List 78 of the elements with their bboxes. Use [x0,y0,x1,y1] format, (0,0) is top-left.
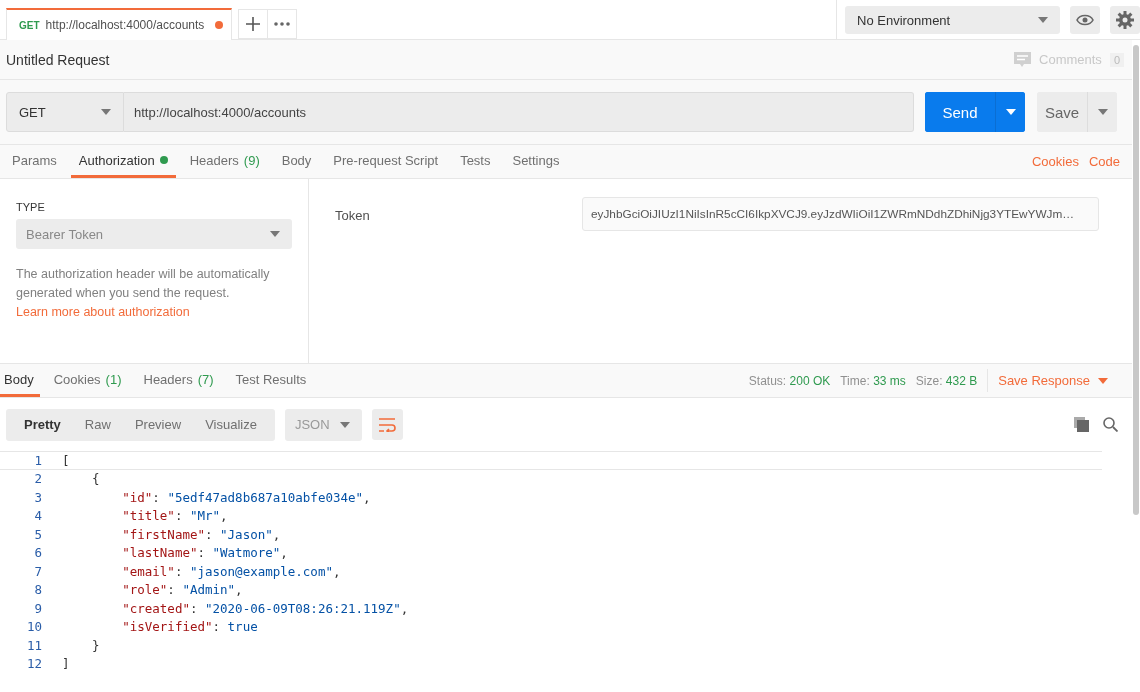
token-label: Token [335,208,371,223]
caret-icon [1098,377,1108,384]
line-number: 10 [25,619,43,635]
line-number: 12 [25,656,43,672]
auth-help-text: The authorization header will be automatically generated when you send the request. Learn more about authorization [16,266,271,321]
line-number: 7 [33,563,43,579]
response-meta: Status: 200 OK [748,373,831,388]
line-number: 1 [33,452,43,468]
caret-icon [101,109,111,115]
code-line: { [91,471,100,487]
view-mode-tab[interactable]: Visualize [193,408,269,441]
line-number: 2 [33,471,43,487]
code-line: "isVerified": true [121,619,258,635]
code-line: "firstName": "Jason", [121,526,281,542]
more-button[interactable] [267,9,297,39]
copy-icon[interactable] [1074,417,1089,432]
request-section-tab[interactable]: Tests [452,145,499,178]
request-tab[interactable]: GET http://localhost:4000/accounts [6,8,232,40]
search-icon[interactable] [1103,417,1118,432]
line-number: 5 [33,526,43,542]
learn-more-link[interactable]: Learn more about authorization [16,305,190,319]
line-number: 9 [33,600,43,616]
request-title: Untitled Request [6,51,110,68]
eye-button[interactable] [1070,6,1100,34]
line-number: 6 [33,545,43,561]
response-section-tab[interactable]: Test Results [227,364,315,397]
new-tab-button[interactable] [238,9,268,39]
eye-icon [1076,14,1094,26]
environment-dropdown[interactable]: No Environment [845,6,1060,34]
header-link[interactable]: Cookies [1031,154,1079,169]
code-line: ] [61,656,70,672]
send-options-button[interactable] [995,92,1025,132]
view-mode-tab[interactable]: Preview [122,408,194,441]
token-field[interactable]: eyJhbGciOiJIUzI1NiIsInR5cCI6IkpXVCJ9.eyJzdWIiOiI1ZWRmNDdhZDhiNjg3YTEwYWJm… [582,197,1099,231]
caret-icon [339,421,350,428]
code-line: "created": "2020-06-09T08:26:21.119Z", [121,600,409,616]
line-number: 11 [25,637,43,653]
plus-icon [246,17,260,31]
code-line: "email": "jason@example.com", [121,563,341,579]
caret-icon [1097,109,1108,115]
gear-icon [1116,11,1134,29]
request-section-tab[interactable]: Pre-request Script [325,145,447,178]
response-meta: Size: 432 B [915,373,978,388]
response-section-tab[interactable]: Cookies (1) [45,364,130,397]
settings-button[interactable] [1110,6,1140,34]
format-dropdown[interactable]: JSON [284,408,362,441]
line-number: 8 [33,582,43,598]
view-mode-tab[interactable]: Raw [72,408,123,441]
request-section-tab[interactable]: Body [273,145,320,178]
view-mode-tab[interactable]: Pretty [12,408,73,441]
wrap-lines-button[interactable] [371,409,403,440]
method-dropdown[interactable]: GET [6,92,124,132]
code-line: "lastName": "Watmore", [121,545,288,561]
comment-icon [1014,51,1031,68]
response-section-tab[interactable]: Headers (7) [135,364,222,397]
request-section-tab[interactable]: Params [4,145,65,178]
line-number: 3 [33,489,43,505]
wrap-icon [378,417,397,432]
save-response-button[interactable]: Save Response [987,369,1118,392]
caret-icon [1005,109,1016,115]
method-label: GET [19,19,40,31]
code-line: "id": "5edf47ad8b687a10abfe034e", [121,489,371,505]
dots-icon [274,22,290,26]
type-label: TYPE [16,201,46,213]
code-line: [ [61,452,70,468]
line-number: 4 [33,508,43,524]
response-meta: Time: 33 ms [840,373,906,388]
tab-title: http://localhost:4000/accounts [45,18,206,32]
header-link[interactable]: Code [1088,154,1120,169]
auth-type-dropdown[interactable]: Bearer Token [16,219,292,249]
caret-icon [270,231,280,237]
request-section-tab[interactable]: Headers (9) [181,145,268,178]
caret-icon [1038,17,1048,23]
code-line: } [91,637,100,653]
request-section-tab[interactable]: Settings [504,145,568,178]
code-line: "role": "Admin", [121,582,243,598]
url-field[interactable]: http://localhost:4000/accounts [124,92,914,132]
code-line: "title": "Mr", [121,508,228,524]
